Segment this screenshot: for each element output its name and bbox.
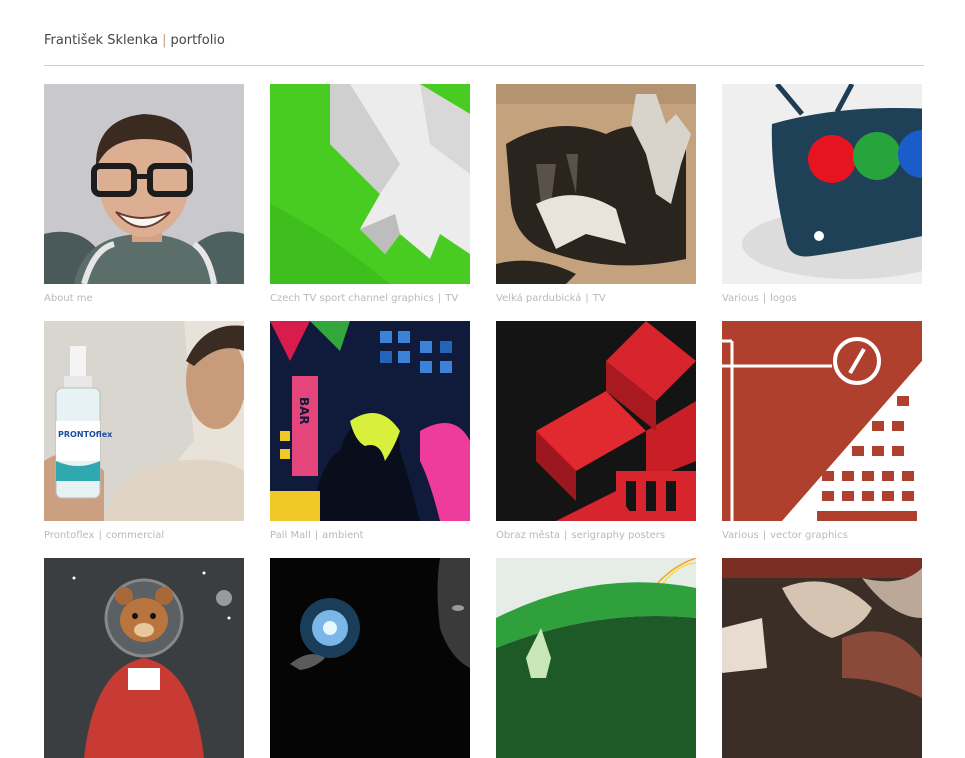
serigraphy-poster-graphic	[496, 321, 696, 521]
site-owner-name[interactable]: František Sklenka	[44, 33, 158, 48]
caption-pall-mall[interactable]: Pall Mall | ambient	[270, 530, 364, 541]
caption-title: Czech TV sport channel graphics	[270, 293, 434, 304]
header-divider	[44, 65, 924, 66]
portfolio-thumb-vector-graphics[interactable]	[722, 321, 922, 521]
horse-race-graphic	[496, 84, 696, 284]
tv-logo-graphic	[722, 84, 922, 284]
glow-orb-graphic	[270, 558, 470, 758]
caption-tag: ambient	[322, 530, 364, 541]
green-swoosh-graphic	[496, 558, 696, 758]
caption-prontoflex[interactable]: Prontoflex | commercial	[44, 530, 164, 541]
caption-pipe: |	[585, 293, 589, 304]
caption-tag: TV	[592, 293, 606, 304]
caption-title: Various	[722, 530, 759, 541]
teddy-astronaut-graphic	[44, 558, 244, 758]
portfolio-thumb-logos[interactable]	[722, 84, 922, 284]
portfolio-thumb-velka-pardubicka[interactable]	[496, 84, 696, 284]
czech-tv-graphic	[270, 84, 470, 284]
caption-title: Velká pardubická	[496, 293, 582, 304]
portfolio-thumb-obraz-mesta[interactable]	[496, 321, 696, 521]
bar-sign-text: BAR	[297, 397, 311, 425]
bottle-brand-text: PRONTOflex	[58, 430, 113, 439]
caption-title: Prontoflex	[44, 530, 95, 541]
portfolio-thumb-about-me[interactable]	[44, 84, 244, 284]
caption-tag: commercial	[105, 530, 165, 541]
portfolio-thumb-dark-portrait[interactable]	[722, 558, 922, 758]
caption-pipe: |	[762, 530, 767, 541]
dark-portrait-graphic	[722, 558, 922, 758]
caption-vector-graphics[interactable]: Various | vector graphics	[722, 530, 848, 541]
portfolio-thumb-glow-orb[interactable]	[270, 558, 470, 758]
caption-tag: logos	[770, 293, 797, 304]
caption-tag: vector graphics	[770, 530, 848, 541]
caption-title: Various	[722, 293, 759, 304]
portfolio-thumb-pall-mall[interactable]: BAR	[270, 321, 470, 521]
vector-building-graphic	[722, 321, 922, 521]
caption-tag: TV	[445, 293, 459, 304]
caption-pipe: |	[314, 530, 319, 541]
caption-pipe: |	[98, 530, 102, 541]
caption-pipe: |	[762, 293, 767, 304]
caption-logos[interactable]: Various | logos	[722, 293, 797, 304]
pall-mall-ambient-graphic: BAR	[270, 321, 470, 521]
caption-pipe: |	[437, 293, 442, 304]
portfolio-thumb-green-swoosh[interactable]	[496, 558, 696, 758]
caption-velka-pardubicka[interactable]: Velká pardubická | TV	[496, 293, 606, 304]
prontoflex-commercial-photo: PRONTOflex	[44, 321, 244, 521]
site-header: František Sklenka | portfolio	[44, 33, 225, 48]
portfolio-thumb-czech-tv[interactable]	[270, 84, 470, 284]
site-section-title: portfolio	[170, 33, 225, 48]
caption-title: Obraz města	[496, 530, 561, 541]
caption-pipe: |	[564, 530, 568, 541]
caption-obraz-mesta[interactable]: Obraz města | serigraphy posters	[496, 530, 665, 541]
portfolio-thumb-teddy-astronaut[interactable]	[44, 558, 244, 758]
caption-title: About me	[44, 293, 93, 304]
caption-tag: serigraphy posters	[571, 530, 666, 541]
caption-title: Pall Mall	[270, 530, 311, 541]
caption-czech-tv[interactable]: Czech TV sport channel graphics | TV	[270, 293, 458, 304]
portfolio-thumb-prontoflex[interactable]: PRONTOflex	[44, 321, 244, 521]
caption-about-me[interactable]: About me	[44, 293, 93, 304]
header-separator: |	[162, 33, 167, 48]
portrait-photo	[44, 84, 244, 284]
